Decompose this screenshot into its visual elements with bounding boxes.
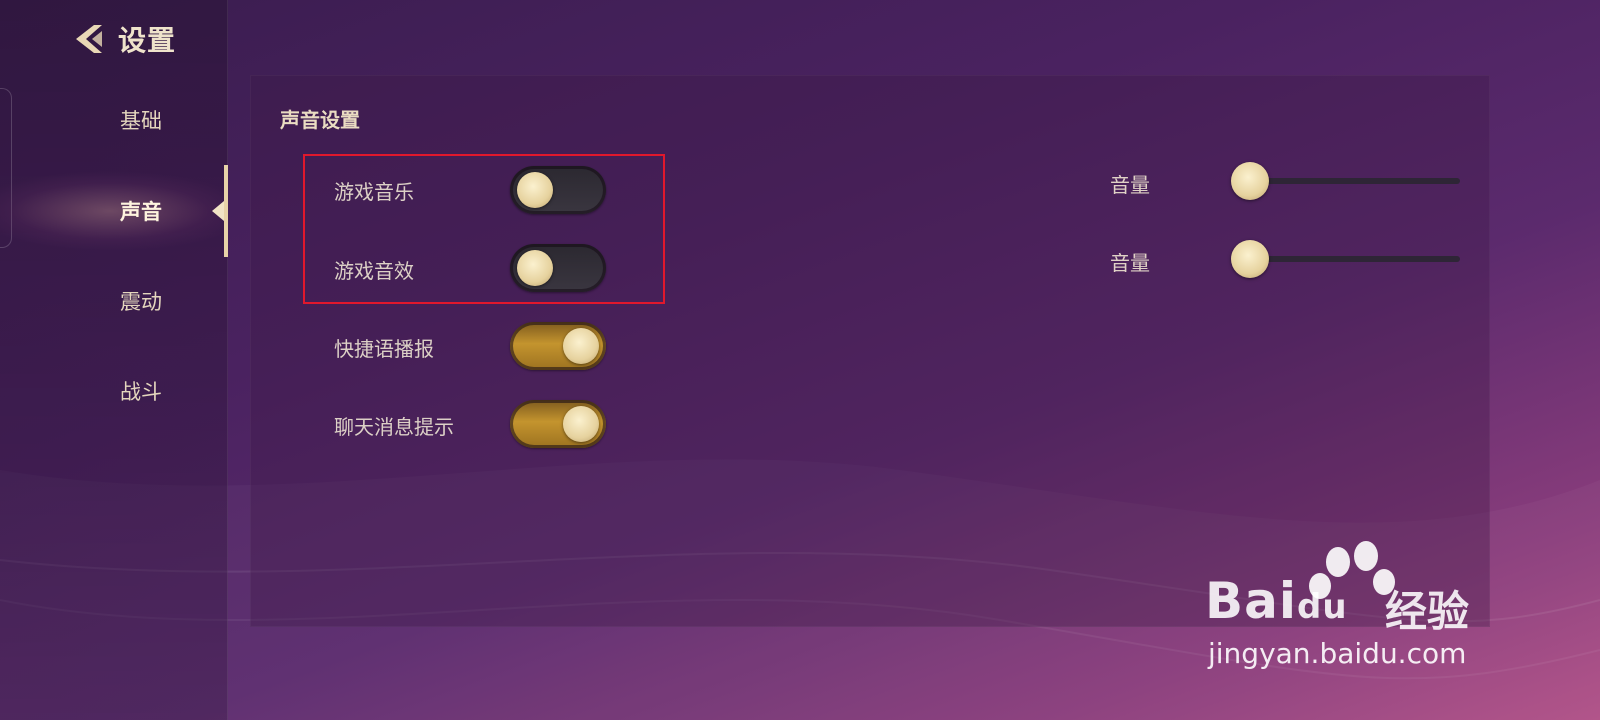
toggle-knob [517,250,553,286]
toggle-knob [563,406,599,442]
watermark-url: jingyan.baidu.com [1208,637,1467,670]
sidebar-item-label: 震动 [120,290,162,314]
toggle-label-quick-chat: 快捷语播报 [334,337,434,361]
watermark-cn: 经验 [1385,587,1470,636]
game-music-toggle[interactable] [510,166,606,214]
toggle-label-game-sfx: 游戏音效 [334,259,414,283]
back-arrow-icon [76,25,102,53]
watermark-brand: Baidu [1205,572,1348,630]
music-volume-slider[interactable] [1248,178,1460,184]
page-title: 设置 [118,24,177,57]
quick-chat-broadcast-toggle[interactable] [510,322,606,370]
toggle-label-chat-notify: 聊天消息提示 [334,415,454,439]
toggle-knob [563,328,599,364]
active-caret-icon [212,201,224,221]
music-volume-label: 音量 [1110,173,1150,197]
sfx-volume-label: 音量 [1110,251,1150,275]
sidebar-item-label: 战斗 [120,380,162,404]
chat-message-notify-toggle[interactable] [510,400,606,448]
sfx-volume-slider[interactable] [1248,256,1460,262]
game-sfx-toggle[interactable] [510,244,606,292]
sidebar: 设置 基础 声音 震动 战斗 [0,0,228,720]
sidebar-item-vibration[interactable]: 震动 [0,255,228,347]
music-volume-knob[interactable] [1231,162,1269,200]
sidebar-item-label: 声音 [120,200,162,224]
toggle-label-game-music: 游戏音乐 [334,180,414,204]
sidebar-item-sound[interactable]: 声音 [0,165,228,257]
sfx-volume-knob[interactable] [1231,240,1269,278]
sidebar-item-label: 基础 [120,109,162,133]
section-title: 声音设置 [280,108,360,132]
back-button[interactable]: 设置 [72,18,176,60]
toggle-knob [517,172,553,208]
sidebar-item-battle[interactable]: 战斗 [0,345,228,437]
sidebar-item-basic[interactable]: 基础 [0,74,228,166]
